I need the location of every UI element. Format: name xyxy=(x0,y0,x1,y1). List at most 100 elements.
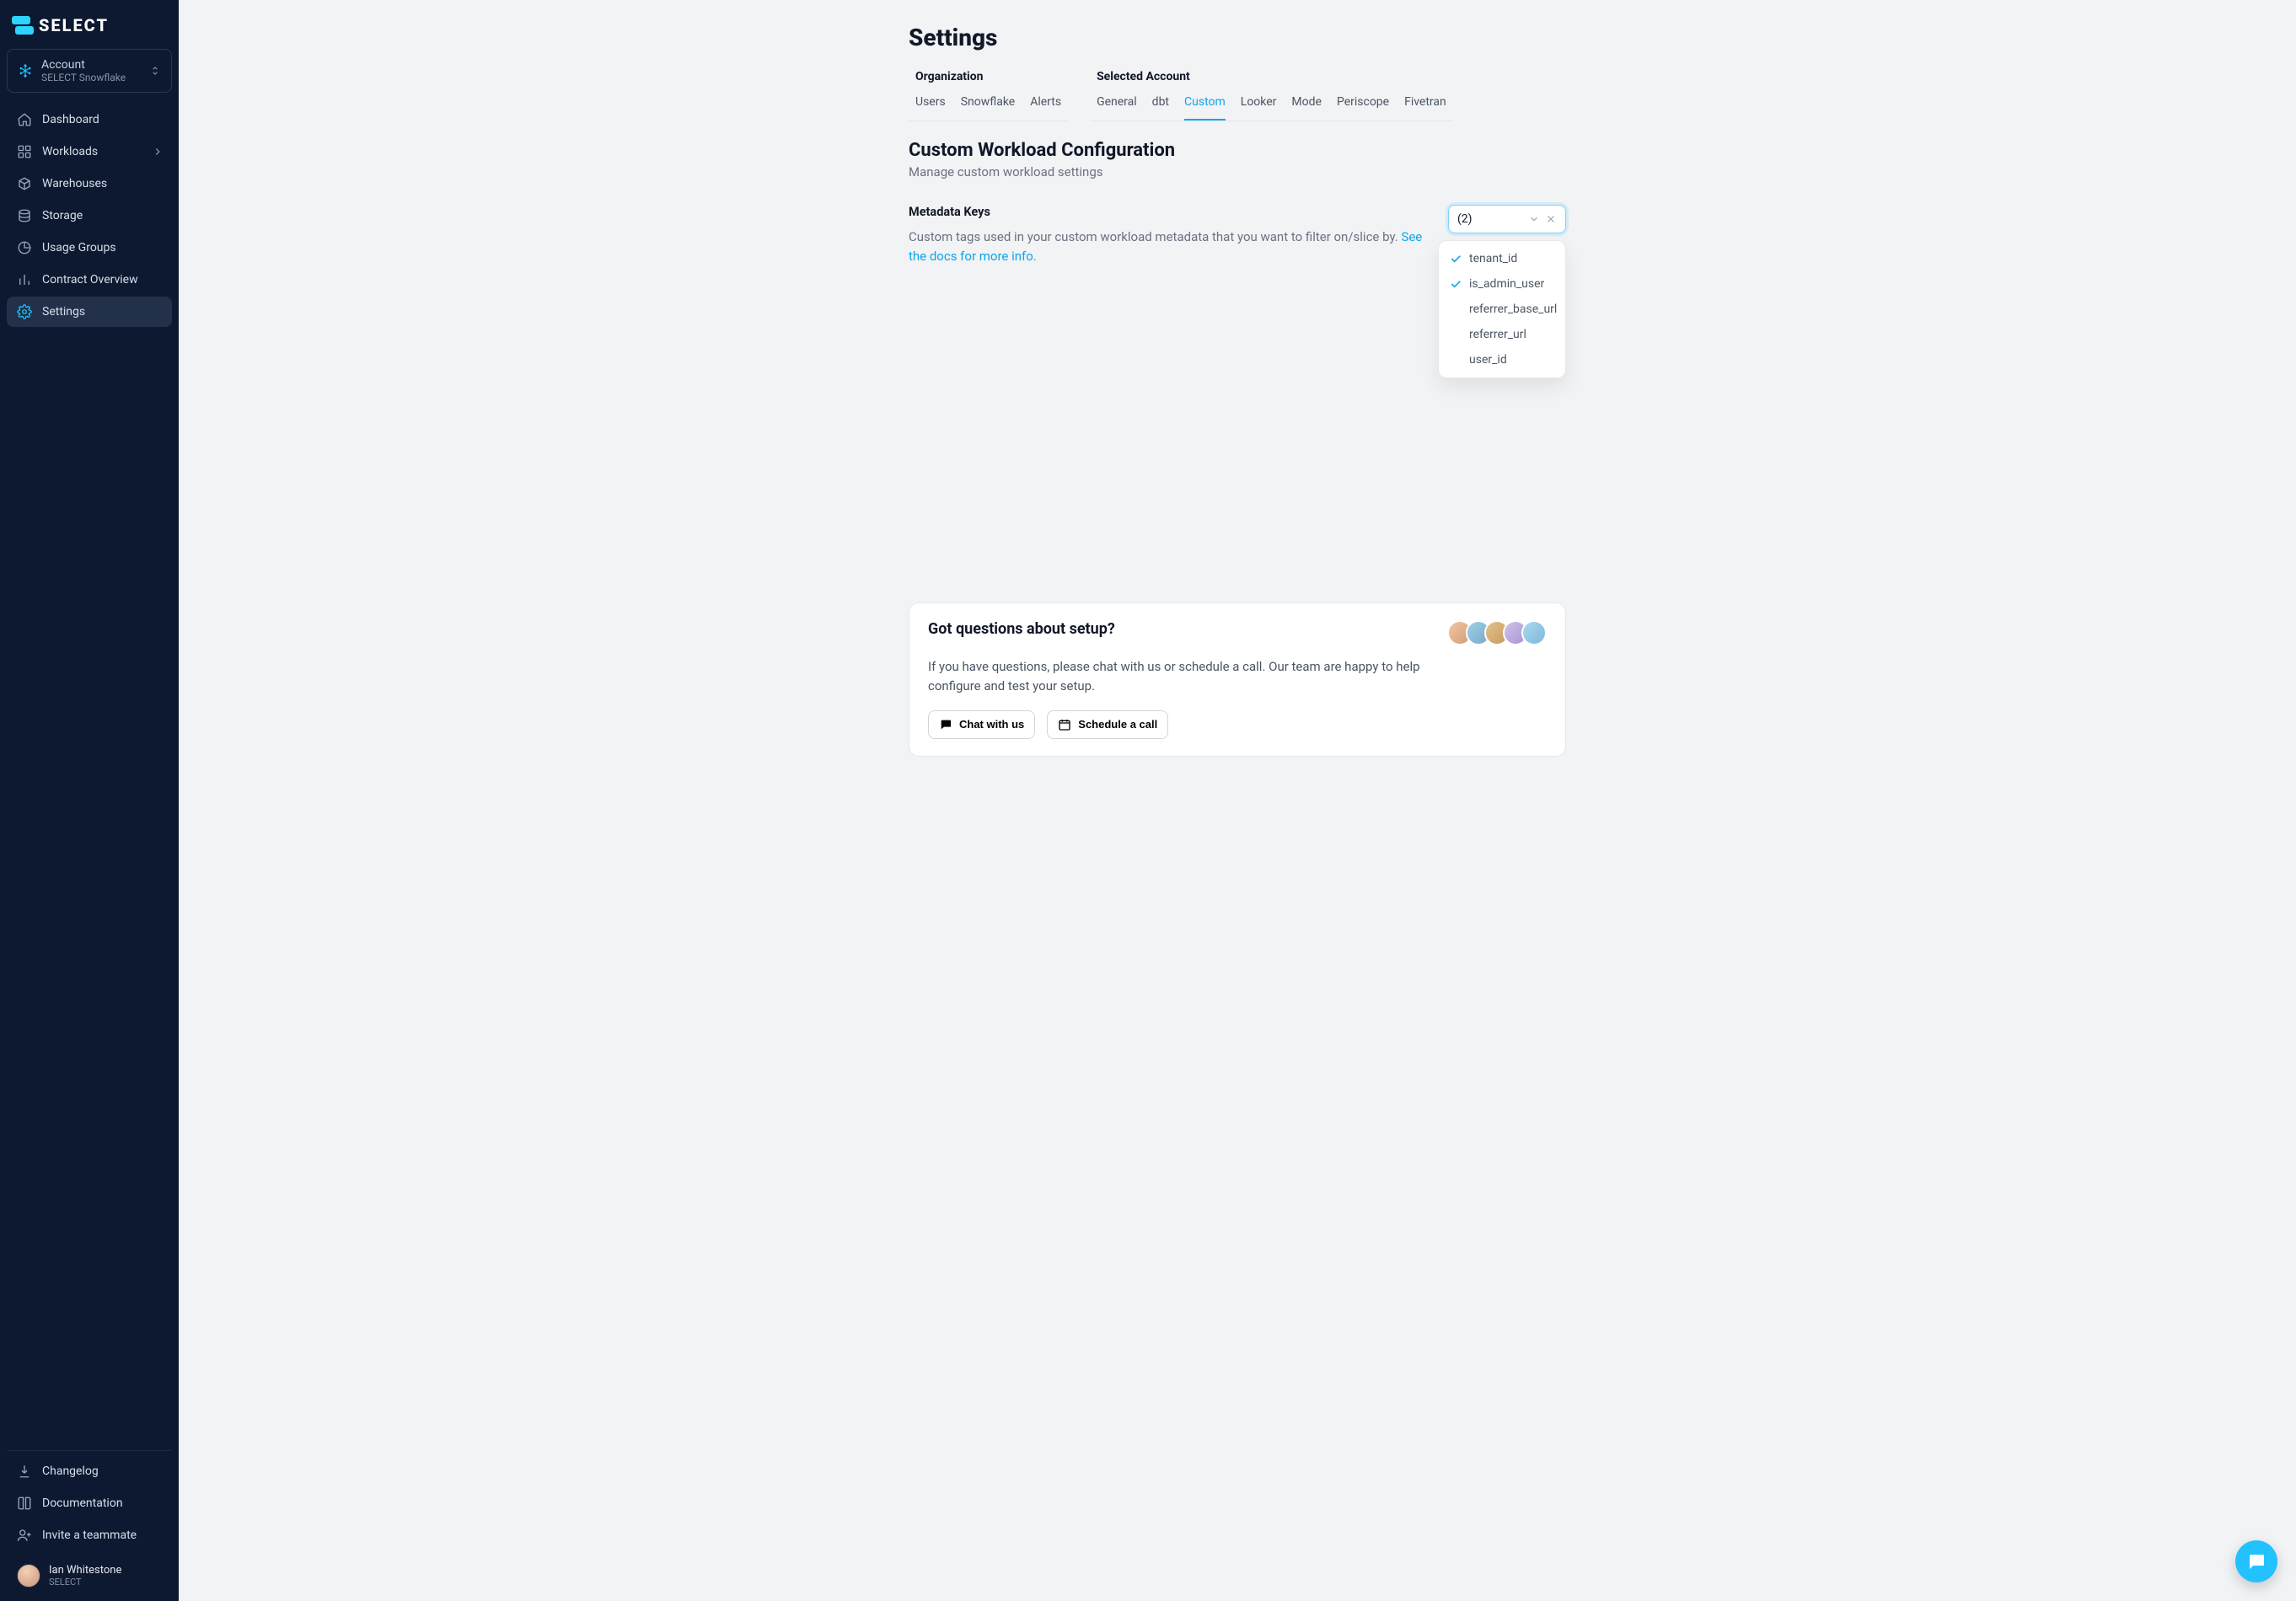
sidebar-item-storage[interactable]: Storage xyxy=(7,201,172,231)
avatar xyxy=(17,1564,40,1588)
primary-nav: Dashboard Workloads Warehouses Storage U… xyxy=(7,104,172,327)
tab-alerts[interactable]: Alerts xyxy=(1030,95,1061,120)
sidebar-item-label: Warehouses xyxy=(42,177,107,190)
team-avatars xyxy=(1454,620,1547,645)
app-name: SELECT xyxy=(39,15,109,35)
sidebar-item-warehouses[interactable]: Warehouses xyxy=(7,169,172,199)
user-org: SELECT xyxy=(49,1577,121,1588)
sidebar-item-label: Invite a teammate xyxy=(42,1529,137,1542)
tab-group-organization: Organization Users Snowflake Alerts xyxy=(909,70,1068,121)
grid-icon xyxy=(17,144,32,159)
schedule-call-button[interactable]: Schedule a call xyxy=(1047,710,1168,739)
button-label: Schedule a call xyxy=(1078,718,1157,731)
check-icon xyxy=(1449,277,1462,291)
tab-mode[interactable]: Mode xyxy=(1291,95,1322,120)
help-description: If you have questions, please chat with … xyxy=(928,657,1467,697)
chevron-updown-icon xyxy=(149,63,161,78)
metadata-title: Metadata Keys xyxy=(909,205,1428,219)
dropdown-option-label: user_id xyxy=(1469,353,1507,367)
sidebar-item-dashboard[interactable]: Dashboard xyxy=(7,104,172,135)
check-icon xyxy=(1449,252,1462,265)
home-icon xyxy=(17,112,32,127)
dropdown-option-label: is_admin_user xyxy=(1469,277,1544,291)
chat-with-us-button[interactable]: Chat with us xyxy=(928,710,1035,739)
sidebar-item-label: Contract Overview xyxy=(42,273,138,286)
stack-icon xyxy=(17,208,32,223)
dropdown-option-tenant-id[interactable]: tenant_id xyxy=(1439,246,1565,271)
section-subtitle: Manage custom workload settings xyxy=(909,164,1566,179)
tab-fivetran[interactable]: Fivetran xyxy=(1404,95,1446,120)
sidebar-item-documentation[interactable]: Documentation xyxy=(7,1488,172,1518)
current-user[interactable]: Ian Whitestone SELECT xyxy=(8,1555,170,1591)
logo-mark-icon xyxy=(13,16,32,35)
app-logo: SELECT xyxy=(7,15,172,49)
sidebar-item-label: Settings xyxy=(42,305,85,319)
sidebar-item-label: Documentation xyxy=(42,1497,123,1510)
tab-periscope[interactable]: Periscope xyxy=(1337,95,1389,120)
snowflake-icon xyxy=(18,63,33,78)
page-title: Settings xyxy=(909,24,1566,51)
chat-launcher-button[interactable] xyxy=(2235,1540,2277,1582)
tab-group-title: Organization xyxy=(909,70,1068,83)
sidebar-item-workloads[interactable]: Workloads xyxy=(7,137,172,167)
metadata-description: Custom tags used in your custom workload… xyxy=(909,228,1428,265)
main-content: Settings Organization Users Snowflake Al… xyxy=(179,0,2296,1601)
sidebar-item-changelog[interactable]: Changelog xyxy=(7,1456,172,1486)
help-card: Got questions about setup? If you have q… xyxy=(909,602,1566,757)
dropdown-option-referrer-base-url[interactable]: referrer_base_url xyxy=(1439,297,1565,322)
sidebar-item-label: Storage xyxy=(42,209,83,222)
calendar-icon xyxy=(1058,718,1071,731)
user-labels: Ian Whitestone SELECT xyxy=(49,1564,121,1588)
sidebar-divider xyxy=(7,1450,172,1451)
sidebar-item-label: Usage Groups xyxy=(42,241,116,254)
tab-general[interactable]: General xyxy=(1097,95,1137,120)
user-plus-icon xyxy=(17,1528,32,1543)
select-value: (2) xyxy=(1457,212,1473,226)
tab-custom[interactable]: Custom xyxy=(1184,95,1226,120)
account-label: Account xyxy=(41,58,141,72)
tab-users[interactable]: Users xyxy=(915,95,946,120)
tab-group-selected-account: Selected Account General dbt Custom Look… xyxy=(1090,70,1453,121)
gear-icon xyxy=(17,304,32,319)
secondary-nav: Changelog Documentation Invite a teammat… xyxy=(7,1456,172,1550)
metadata-keys-select: (2) tenant_id is_admin_user xyxy=(1448,205,1566,233)
chevron-right-icon xyxy=(152,146,164,158)
download-icon xyxy=(17,1464,32,1479)
tab-dbt[interactable]: dbt xyxy=(1152,95,1169,120)
dropdown-option-label: referrer_url xyxy=(1469,328,1526,341)
metadata-desc-text: Custom tags used in your custom workload… xyxy=(909,229,1401,244)
account-value: SELECT Snowflake xyxy=(41,72,141,83)
tab-looker[interactable]: Looker xyxy=(1241,95,1277,120)
account-switcher[interactable]: Account SELECT Snowflake xyxy=(7,49,172,93)
sidebar: SELECT Account SELECT Snowflake Dashboar… xyxy=(0,0,179,1601)
dropdown-option-label: tenant_id xyxy=(1469,252,1517,265)
help-title: Got questions about setup? xyxy=(928,620,1115,638)
cube-icon xyxy=(17,176,32,191)
metadata-keys-block: Metadata Keys Custom tags used in your c… xyxy=(909,205,1566,265)
section-title: Custom Workload Configuration xyxy=(909,140,1566,161)
settings-tabs: Organization Users Snowflake Alerts Sele… xyxy=(909,70,1566,121)
sidebar-item-settings[interactable]: Settings xyxy=(7,297,172,327)
sidebar-item-usage-groups[interactable]: Usage Groups xyxy=(7,233,172,263)
dropdown-option-referrer-url[interactable]: referrer_url xyxy=(1439,322,1565,347)
sidebar-item-label: Workloads xyxy=(42,145,98,158)
dropdown-option-is-admin-user[interactable]: is_admin_user xyxy=(1439,271,1565,297)
chat-bubble-icon xyxy=(2246,1551,2266,1572)
button-label: Chat with us xyxy=(959,718,1024,731)
user-name: Ian Whitestone xyxy=(49,1564,121,1577)
chat-icon xyxy=(939,718,952,731)
bars-icon xyxy=(17,272,32,287)
metadata-keys-select-trigger[interactable]: (2) xyxy=(1448,205,1566,233)
dropdown-option-user-id[interactable]: user_id xyxy=(1439,347,1565,372)
tab-snowflake[interactable]: Snowflake xyxy=(961,95,1016,120)
metadata-keys-dropdown: tenant_id is_admin_user referrer_base_ur… xyxy=(1438,240,1566,378)
sidebar-item-invite-teammate[interactable]: Invite a teammate xyxy=(7,1520,172,1550)
dropdown-option-label: referrer_base_url xyxy=(1469,303,1557,316)
sidebar-item-label: Dashboard xyxy=(42,113,99,126)
sidebar-item-contract-overview[interactable]: Contract Overview xyxy=(7,265,172,295)
account-labels: Account SELECT Snowflake xyxy=(41,58,141,83)
close-icon[interactable] xyxy=(1545,213,1557,225)
pie-icon xyxy=(17,240,32,255)
tab-group-title: Selected Account xyxy=(1090,70,1453,83)
sidebar-item-label: Changelog xyxy=(42,1464,99,1478)
